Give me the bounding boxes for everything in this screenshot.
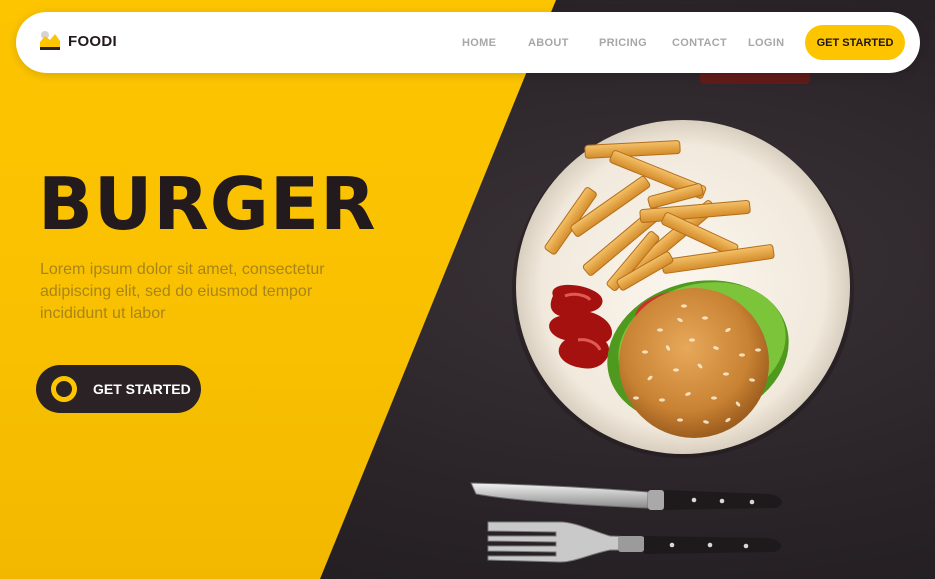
hero-cta-label: GET STARTED [93, 381, 191, 397]
get-started-hero-button[interactable]: GET STARTED [36, 365, 201, 413]
hero-description: Lorem ipsum dolor sit amet, consectetur … [40, 261, 325, 322]
nav-link-contact[interactable]: CONTACT [672, 37, 727, 49]
chef-hat-icon [38, 30, 64, 52]
get-started-nav-button[interactable]: GET STARTED [805, 25, 905, 60]
nav-link-pricing[interactable]: PRICING [599, 37, 647, 49]
hero-title: BURGER [38, 162, 377, 246]
nav-link-login[interactable]: LOGIN [748, 37, 784, 49]
fork-shape [487, 521, 782, 563]
brand-name: FOODI [68, 32, 117, 50]
navbar: FOODI HOME ABOUT PRICING CONTACT LOGIN G… [16, 12, 920, 73]
nav-link-home[interactable]: HOME [462, 37, 496, 49]
nav-link-about[interactable]: ABOUT [528, 37, 569, 49]
knife-shape [470, 482, 782, 510]
brand-logo[interactable]: FOODI [38, 30, 117, 52]
ring-icon [51, 376, 77, 402]
